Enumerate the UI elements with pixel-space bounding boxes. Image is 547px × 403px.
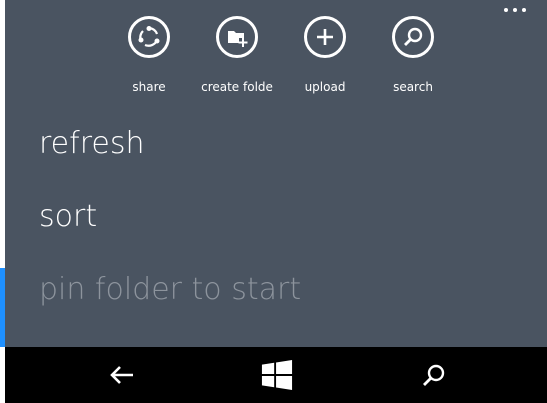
menu-item-refresh[interactable]: refresh [39, 124, 144, 164]
upload-button[interactable]: upload [281, 16, 369, 94]
app-bar-actions: share create folde upload search [105, 16, 455, 102]
search-icon [392, 16, 434, 58]
windows-start-icon [261, 359, 293, 391]
app-bar-menu: share create folde upload search refresh… [5, 0, 547, 347]
menu-item-pin-folder-to-start: pin folder to start [39, 272, 302, 307]
create-folder-button[interactable]: create folde [193, 16, 281, 94]
create-folder-icon [216, 16, 258, 58]
create-folder-label: create folde [201, 80, 273, 94]
upload-label: upload [304, 80, 346, 94]
search-nav-button[interactable] [418, 359, 450, 391]
search-icon [423, 364, 445, 386]
upload-icon [304, 16, 346, 58]
more-button[interactable] [495, 8, 535, 32]
search-button[interactable]: search [369, 16, 457, 94]
back-button[interactable] [106, 359, 138, 391]
share-icon [128, 16, 170, 58]
share-button[interactable]: share [105, 16, 193, 94]
menu-item-sort[interactable]: sort [39, 197, 97, 237]
more-ellipsis-icon [513, 8, 517, 12]
system-nav-bar [5, 347, 547, 403]
phone-screen: share create folde upload search refresh… [0, 0, 547, 403]
more-ellipsis-icon [504, 8, 508, 12]
back-arrow-icon [110, 366, 133, 384]
search-label: search [393, 80, 433, 94]
start-button[interactable] [261, 359, 293, 391]
more-ellipsis-icon [522, 8, 526, 12]
share-label: share [132, 80, 166, 94]
